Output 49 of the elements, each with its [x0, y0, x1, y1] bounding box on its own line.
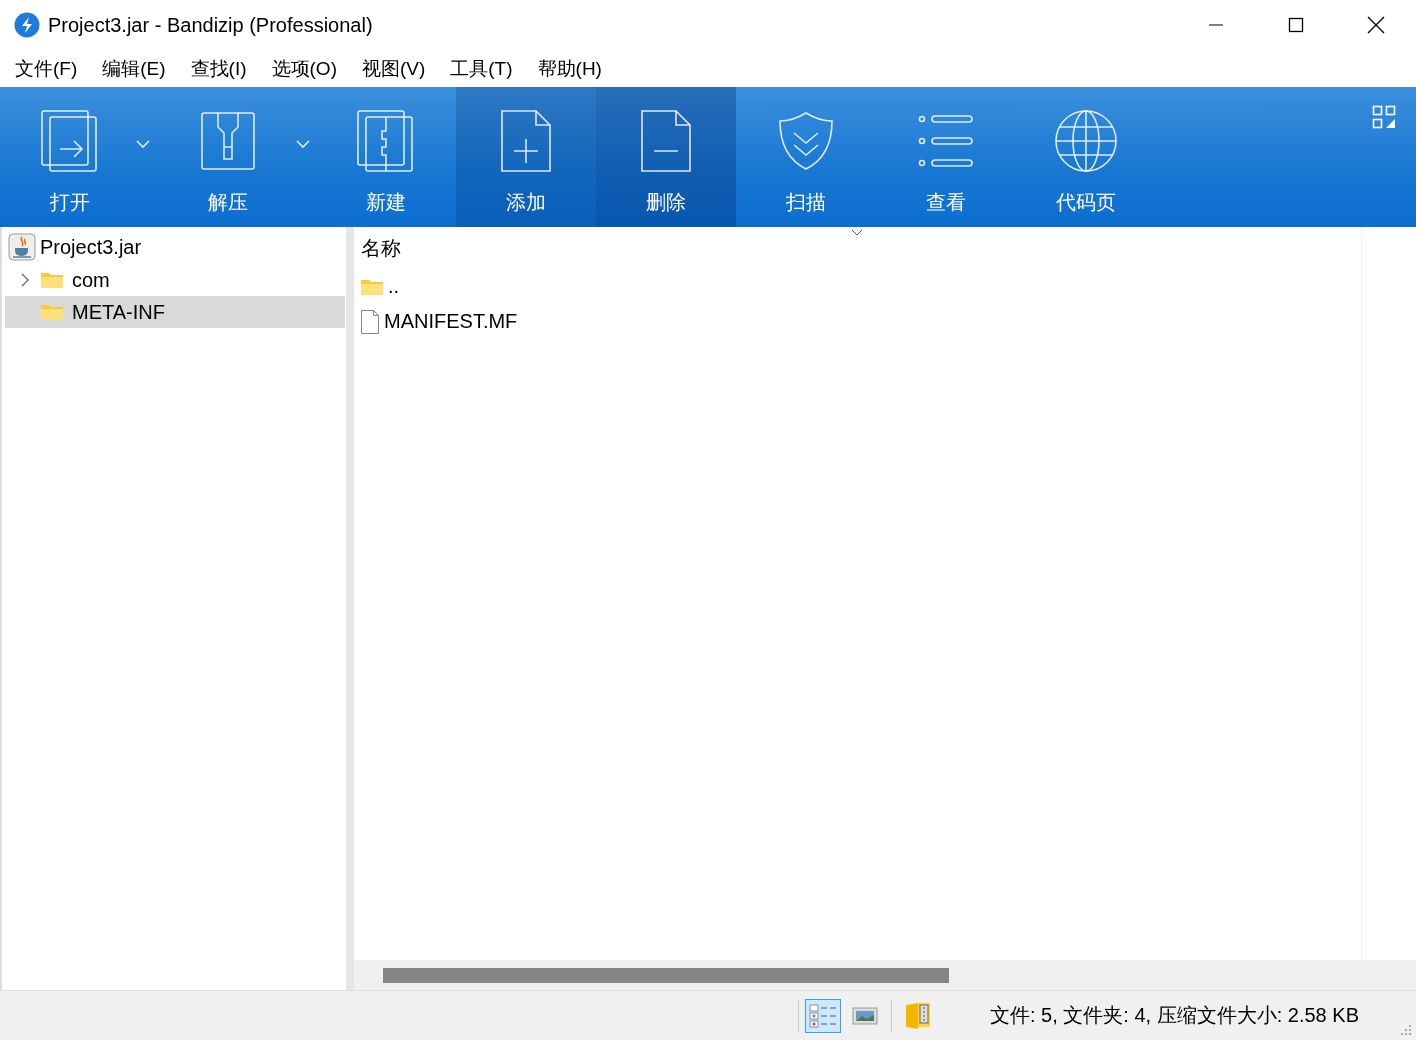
menu-item[interactable]: 文件(F) — [6, 55, 87, 82]
horizontal-scrollbar[interactable] — [354, 960, 1416, 990]
maximize-icon — [1288, 17, 1304, 33]
dropdown-caret-icon[interactable] — [136, 140, 150, 149]
toolbar-button[interactable]: 解压 — [158, 87, 316, 227]
globe-icon — [1054, 109, 1118, 173]
sort-caret-icon — [851, 229, 863, 236]
column-header[interactable]: 名称 — [361, 234, 401, 262]
picture-view-icon — [852, 1005, 878, 1026]
toolbar-button[interactable]: 打开 — [0, 87, 158, 227]
view-toggle-button[interactable] — [805, 998, 841, 1033]
toolbar-button[interactable]: 查看 — [876, 87, 1016, 227]
folder-icon — [40, 271, 64, 289]
shield-icon — [776, 109, 836, 173]
zip-archive-icon — [356, 109, 416, 173]
toolbar-button[interactable]: 代码页 — [1016, 87, 1156, 227]
layout-grid-icon[interactable] — [1372, 105, 1396, 129]
menu-item[interactable]: 选项(O) — [262, 55, 346, 82]
java-cup-icon — [8, 233, 36, 261]
minimize-icon — [1208, 24, 1224, 26]
menu-item[interactable]: 查找(I) — [181, 55, 256, 82]
app-logo-icon — [14, 12, 40, 38]
window-title: Project3.jar - Bandizip (Professional) — [48, 13, 373, 37]
open-document-icon — [40, 109, 100, 173]
menu-item[interactable]: 编辑(E) — [93, 55, 175, 82]
menu-item[interactable]: 视图(V) — [352, 55, 435, 82]
toolbar-button[interactable]: 扫描 — [736, 87, 876, 227]
tree-item-label: META-INF — [72, 300, 165, 324]
chevron-icon[interactable] — [19, 273, 29, 287]
folder-icon — [40, 303, 64, 321]
tree-item[interactable]: com — [72, 268, 110, 292]
toolbar-button[interactable]: 删除 — [596, 87, 736, 227]
status-text: 文件: 5, 文件夹: 4, 压缩文件大小: 2.58 KB — [990, 1003, 1359, 1028]
scrollbar-thumb[interactable] — [383, 967, 949, 983]
zip-extract-icon — [198, 109, 258, 173]
selected-row[interactable]: META-INF — [5, 296, 345, 328]
menu-item[interactable]: 工具(T) — [441, 55, 522, 82]
folder-icon — [360, 277, 384, 296]
details-view-icon — [809, 1003, 837, 1028]
tree-item[interactable]: Project3.jar — [40, 235, 142, 259]
resize-grip-icon[interactable] — [1398, 1023, 1412, 1037]
toolbar-button[interactable]: 添加 — [456, 87, 596, 227]
file-icon — [360, 309, 380, 334]
close-icon — [1367, 16, 1385, 34]
toolbar-button[interactable]: 新建 — [316, 87, 456, 227]
file-name[interactable]: .. — [388, 275, 400, 298]
dropdown-caret-icon[interactable] — [296, 140, 310, 149]
menu-item[interactable]: 帮助(H) — [528, 55, 611, 82]
file-name[interactable]: MANIFEST.MF — [384, 310, 518, 333]
